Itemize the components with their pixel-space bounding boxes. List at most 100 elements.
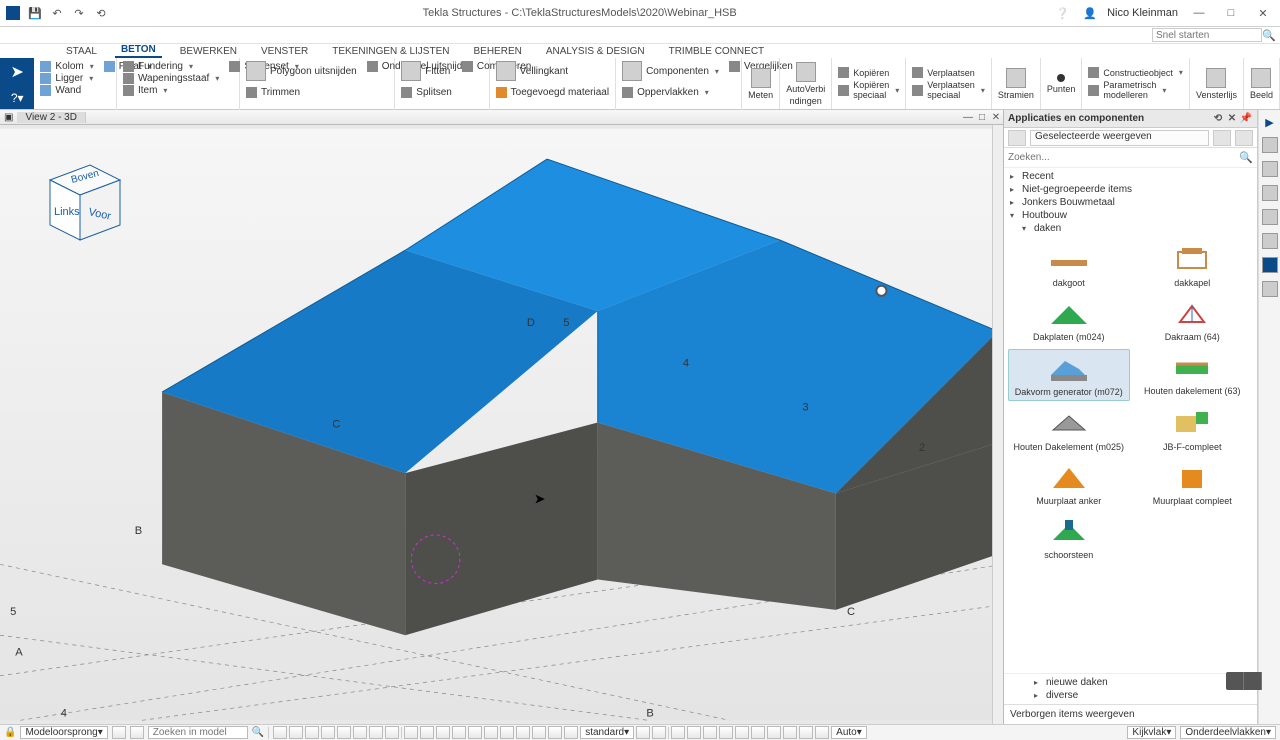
btn-kopieren[interactable]: Kopiëren bbox=[838, 67, 889, 78]
sb20[interactable] bbox=[636, 726, 650, 739]
gear-icon[interactable] bbox=[1262, 233, 1278, 249]
status-combo1[interactable]: standard ▾ bbox=[580, 726, 634, 739]
panel-close-icon[interactable]: ✕ bbox=[1225, 113, 1239, 124]
sb23[interactable] bbox=[687, 726, 701, 739]
btn-wand[interactable]: Wand bbox=[40, 85, 93, 96]
cursor-icon[interactable]: ➤ bbox=[11, 62, 24, 82]
status-combo2[interactable]: Auto ▾ bbox=[831, 726, 867, 739]
origin-select[interactable]: Modeloorsprong ▾ bbox=[20, 726, 107, 739]
maximize-button[interactable]: □ bbox=[1220, 7, 1242, 19]
sb7[interactable] bbox=[369, 726, 383, 739]
gallery-item[interactable]: schoorsteen bbox=[1008, 513, 1130, 563]
gallery-item[interactable]: Houten Dakelement (m025) bbox=[1008, 405, 1130, 455]
search-icon[interactable]: 🔍 bbox=[1239, 151, 1253, 164]
help-menu-icon[interactable]: ?▾ bbox=[11, 91, 24, 105]
sb6[interactable] bbox=[353, 726, 367, 739]
btn-verplaatsen[interactable]: Verplaatsen bbox=[912, 67, 975, 78]
sb10[interactable] bbox=[420, 726, 434, 739]
tree-nieuwe[interactable]: ▸nieuwe daken bbox=[1004, 676, 1257, 689]
tree-daken[interactable]: ▾daken bbox=[1004, 222, 1257, 235]
tab-trimble[interactable]: TRIMBLE CONNECT bbox=[663, 45, 771, 58]
panel-pin-icon[interactable]: 📌 bbox=[1239, 113, 1253, 124]
view-max-icon[interactable]: □ bbox=[975, 112, 989, 123]
sb31[interactable] bbox=[815, 726, 829, 739]
components-icon[interactable] bbox=[1262, 257, 1278, 273]
lock-icon[interactable]: 🔒 bbox=[4, 727, 16, 738]
history-icon[interactable]: ⟲ bbox=[94, 6, 108, 20]
gallery-item[interactable]: dakkapel bbox=[1132, 241, 1254, 291]
view-min-icon[interactable]: — bbox=[961, 112, 975, 123]
btn-componenten[interactable]: Componenten▾ bbox=[622, 61, 719, 81]
panel-refresh-icon[interactable]: ⟲ bbox=[1211, 113, 1225, 124]
minimize-button[interactable]: — bbox=[1188, 7, 1210, 19]
gallery-item[interactable]: Muurplaat anker bbox=[1008, 459, 1130, 509]
tool-d-icon[interactable] bbox=[1262, 209, 1278, 225]
3d-viewport[interactable]: A B C D 5 4 3 2 4 5 B C ➤ bbox=[0, 125, 1003, 724]
btn-splitsen[interactable]: Splitsen bbox=[401, 87, 452, 98]
status-btn-2[interactable] bbox=[130, 726, 144, 739]
recording-widget[interactable] bbox=[1226, 672, 1262, 690]
sb26[interactable] bbox=[735, 726, 749, 739]
btn-item[interactable]: Item▾ bbox=[123, 85, 219, 96]
sb21[interactable] bbox=[652, 726, 666, 739]
sb8[interactable] bbox=[385, 726, 399, 739]
sb18[interactable] bbox=[548, 726, 562, 739]
sb30[interactable] bbox=[799, 726, 813, 739]
sb14[interactable] bbox=[484, 726, 498, 739]
btn-autoverb[interactable]: AutoVerbindingen bbox=[780, 58, 832, 109]
btn-toegevoegd[interactable]: Toegevoegd materiaal bbox=[496, 87, 609, 98]
arrow-right-icon[interactable]: ▶ bbox=[1265, 116, 1273, 129]
sb17[interactable] bbox=[532, 726, 546, 739]
status-combo3[interactable]: Kijkvlak ▾ bbox=[1127, 726, 1176, 739]
redo-icon[interactable]: ↷ bbox=[72, 6, 86, 20]
btn-fitten[interactable]: Fitten bbox=[401, 61, 452, 81]
sb28[interactable] bbox=[767, 726, 781, 739]
btn-constructieobject[interactable]: Constructieobject▾ bbox=[1088, 67, 1183, 78]
search-icon[interactable]: 🔍 bbox=[252, 727, 264, 738]
tree-houtbouw[interactable]: ▾Houtbouw bbox=[1004, 209, 1257, 222]
quick-start-input[interactable] bbox=[1152, 28, 1262, 42]
sb22[interactable] bbox=[671, 726, 685, 739]
status-btn-1[interactable] bbox=[112, 726, 126, 739]
sb27[interactable] bbox=[751, 726, 765, 739]
close-button[interactable]: ✕ bbox=[1252, 7, 1274, 20]
gallery-item[interactable]: Dakplaten (m024) bbox=[1008, 295, 1130, 345]
btn-oppervlakken[interactable]: Oppervlakken▾ bbox=[622, 87, 719, 98]
view-cube[interactable]: Boven Links Voor bbox=[20, 145, 1003, 724]
tab-venster[interactable]: VENSTER bbox=[255, 45, 314, 58]
view-tab[interactable]: View 2 - 3D bbox=[17, 112, 86, 123]
sb19[interactable] bbox=[564, 726, 578, 739]
panel-list-icon[interactable] bbox=[1213, 130, 1231, 146]
gallery-item[interactable]: JB-F-compleet bbox=[1132, 405, 1254, 455]
tool-a-icon[interactable] bbox=[1262, 137, 1278, 153]
btn-vellingkant[interactable]: Vellingkant bbox=[496, 61, 609, 81]
status-combo4[interactable]: Onderdeelvlakken ▾ bbox=[1180, 726, 1276, 739]
tab-analysis[interactable]: ANALYSIS & DESIGN bbox=[540, 45, 651, 58]
tree-diverse[interactable]: ▸diverse bbox=[1004, 689, 1257, 702]
save-icon[interactable]: 💾 bbox=[28, 6, 42, 20]
undo-icon[interactable]: ↶ bbox=[50, 6, 64, 20]
view-close-icon[interactable]: ✕ bbox=[989, 112, 1003, 123]
tool-e-icon[interactable] bbox=[1262, 281, 1278, 297]
btn-kolom[interactable]: Kolom▾ bbox=[40, 61, 93, 72]
sb2[interactable] bbox=[289, 726, 303, 739]
gallery-item[interactable]: Dakvorm generator (m072) bbox=[1008, 349, 1130, 401]
panel-grid-icon[interactable] bbox=[1008, 130, 1026, 146]
sb1[interactable] bbox=[273, 726, 287, 739]
tab-beton[interactable]: BETON bbox=[115, 43, 162, 58]
gallery-item[interactable]: dakgoot bbox=[1008, 241, 1130, 291]
sb15[interactable] bbox=[500, 726, 514, 739]
sb29[interactable] bbox=[783, 726, 797, 739]
panel-expand-icon[interactable] bbox=[1235, 130, 1253, 146]
btn-polygoon[interactable]: Polygoon uitsnijden bbox=[246, 61, 357, 81]
help-icon[interactable]: ❔ bbox=[1051, 7, 1073, 20]
sb4[interactable] bbox=[321, 726, 335, 739]
btn-punten[interactable]: Punten bbox=[1041, 58, 1083, 109]
btn-wapening[interactable]: Wapeningsstaaf▾ bbox=[123, 73, 219, 84]
sb13[interactable] bbox=[468, 726, 482, 739]
gallery-item[interactable]: Dakraam (64) bbox=[1132, 295, 1254, 345]
tab-bewerken[interactable]: BEWERKEN bbox=[174, 45, 243, 58]
btn-kopieren-speciaal[interactable]: Kopiërenspeciaal▾ bbox=[838, 80, 899, 100]
sb25[interactable] bbox=[719, 726, 733, 739]
panel-search-input[interactable] bbox=[1008, 152, 1239, 163]
